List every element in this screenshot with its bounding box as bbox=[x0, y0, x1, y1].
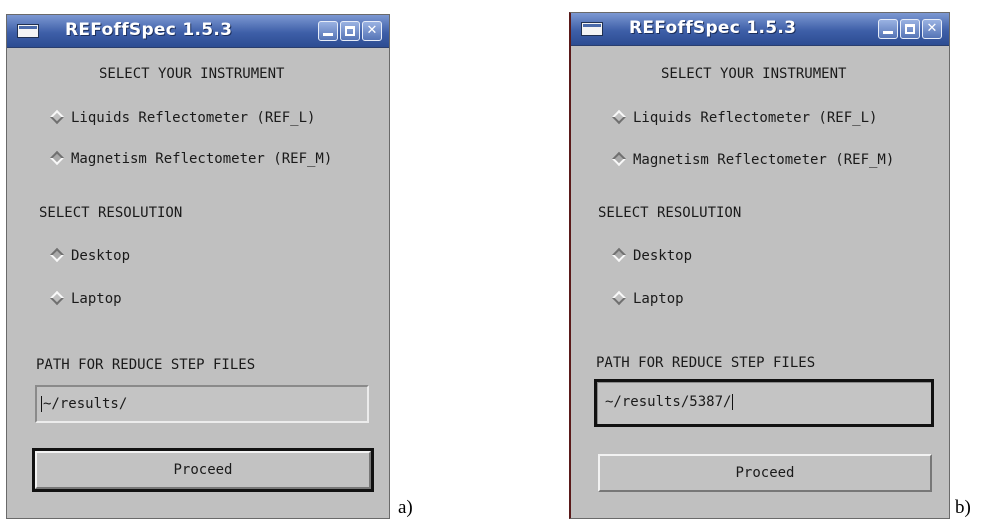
radio-label: Magnetism Reflectometer (REF_M) bbox=[633, 152, 895, 168]
radio-label: Laptop bbox=[71, 291, 122, 307]
title-bar[interactable]: REFoffSpec 1.5.3 ✕ bbox=[571, 13, 949, 46]
minimize-icon[interactable] bbox=[878, 19, 898, 39]
heading-path-reduce-step-files: PATH FOR REDUCE STEP FILES bbox=[596, 355, 816, 371]
text-caret bbox=[41, 396, 42, 412]
heading-select-instrument: SELECT YOUR INSTRUMENT bbox=[99, 66, 285, 82]
app-window-icon[interactable] bbox=[17, 24, 39, 38]
radio-diamond-selected-icon bbox=[611, 247, 627, 263]
radio-desktop[interactable]: Desktop bbox=[611, 246, 692, 266]
radio-label: Magnetism Reflectometer (REF_M) bbox=[71, 151, 333, 167]
radio-desktop[interactable]: Desktop bbox=[49, 246, 130, 266]
maximize-icon[interactable] bbox=[900, 19, 920, 39]
minimize-icon[interactable] bbox=[318, 21, 338, 41]
maximize-icon[interactable] bbox=[340, 21, 360, 41]
radio-magnetism-reflectometer[interactable]: Magnetism Reflectometer (REF_M) bbox=[49, 149, 332, 169]
radio-liquids-reflectometer[interactable]: Liquids Reflectometer (REF_L) bbox=[611, 108, 877, 128]
radio-label: Liquids Reflectometer (REF_L) bbox=[71, 110, 316, 126]
radio-label: Desktop bbox=[633, 248, 693, 264]
radio-diamond-selected-icon bbox=[49, 150, 65, 166]
figure-caption-b: b) bbox=[955, 497, 971, 518]
refoffspec-window-b: REFoffSpec 1.5.3 ✕ SELECT YOUR INSTRUMEN… bbox=[569, 12, 950, 519]
app-window-icon[interactable] bbox=[581, 22, 603, 36]
window-title: REFoffSpec 1.5.3 bbox=[629, 18, 797, 38]
heading-path-reduce-step-files: PATH FOR REDUCE STEP FILES bbox=[36, 357, 256, 373]
radio-diamond-icon bbox=[49, 290, 65, 306]
close-icon[interactable]: ✕ bbox=[362, 21, 382, 41]
radio-magnetism-reflectometer[interactable]: Magnetism Reflectometer (REF_M) bbox=[611, 150, 894, 170]
radio-diamond-selected-icon bbox=[49, 247, 65, 263]
proceed-button[interactable]: Proceed bbox=[598, 454, 932, 492]
path-value: ~/results/5387/ bbox=[605, 394, 732, 410]
radio-label: Liquids Reflectometer (REF_L) bbox=[633, 110, 878, 126]
heading-select-resolution: SELECT RESOLUTION bbox=[39, 205, 183, 221]
radio-laptop[interactable]: Laptop bbox=[611, 289, 684, 309]
proceed-button[interactable]: Proceed bbox=[32, 448, 374, 492]
close-icon[interactable]: ✕ bbox=[922, 19, 942, 39]
radio-label: Laptop bbox=[633, 291, 684, 307]
radio-laptop[interactable]: Laptop bbox=[49, 289, 122, 309]
title-bar[interactable]: REFoffSpec 1.5.3 ✕ bbox=[7, 15, 389, 48]
window-title: REFoffSpec 1.5.3 bbox=[65, 20, 233, 40]
text-caret bbox=[732, 394, 734, 410]
path-input[interactable]: ~/results/ bbox=[35, 385, 369, 423]
radio-diamond-icon bbox=[611, 109, 627, 125]
figure-caption-a: a) bbox=[398, 497, 413, 518]
heading-select-instrument: SELECT YOUR INSTRUMENT bbox=[661, 66, 847, 82]
refoffspec-window-a: REFoffSpec 1.5.3 ✕ SELECT YOUR INSTRUMEN… bbox=[6, 14, 390, 519]
radio-diamond-icon bbox=[611, 290, 627, 306]
path-value: ~/results/ bbox=[43, 396, 128, 412]
radio-diamond-selected-icon bbox=[611, 151, 627, 167]
radio-diamond-icon bbox=[49, 109, 65, 125]
radio-label: Desktop bbox=[71, 248, 131, 264]
path-input[interactable]: ~/results/5387/ bbox=[594, 379, 934, 427]
radio-liquids-reflectometer[interactable]: Liquids Reflectometer (REF_L) bbox=[49, 108, 315, 128]
heading-select-resolution: SELECT RESOLUTION bbox=[598, 205, 742, 221]
